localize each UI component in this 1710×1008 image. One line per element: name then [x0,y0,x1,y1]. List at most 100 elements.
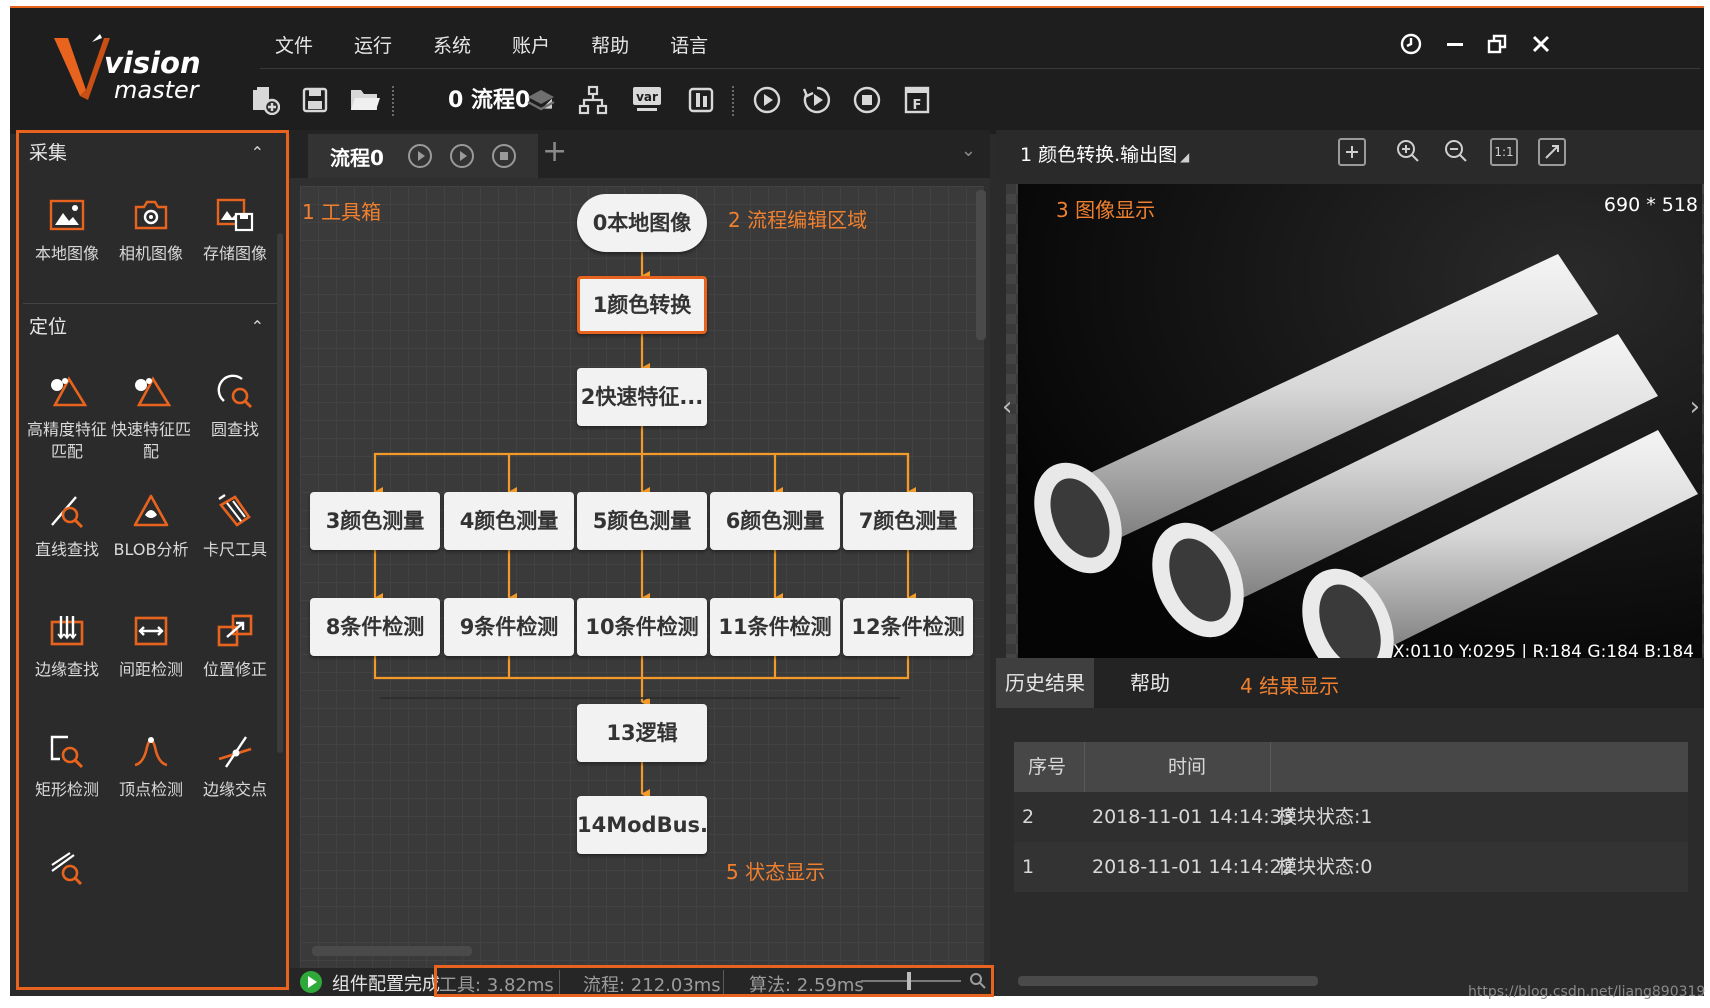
flow-node-2[interactable]: 2快速特征... [577,368,707,426]
tool-distance-check[interactable]: 间距检测 [107,609,195,681]
tool-circle-find[interactable]: 圆查找 [191,369,279,441]
zoom-slider-track[interactable] [861,980,961,982]
flow-node-3[interactable]: 3颜色测量 [310,492,440,550]
flow-node-0[interactable]: 0本地图像 [577,194,707,252]
status-ok-icon [300,971,322,993]
flow-node-8[interactable]: 8条件检测 [310,598,440,656]
prev-image-icon[interactable]: ‹ [1002,392,1012,422]
chevron-down-icon[interactable]: ⌄ [961,140,976,161]
tool-vertex-detect[interactable]: 顶点检测 [107,729,195,801]
tab-help[interactable]: 帮助 [1094,658,1206,708]
position-correct-icon [213,609,257,653]
zoom-out-icon[interactable] [1442,138,1470,166]
add-flow-icon[interactable]: + [542,134,567,169]
toolbox-section-acquire[interactable]: 采集 ⌃ [19,133,286,173]
image-display-panel: 1 颜色转换.输出图 ◢ 1:1 3 图像显示 690 * 518 X:0110… [996,130,1704,662]
table-row[interactable]: 2 2018-11-01 14:14:33 模块状态:1 [1014,792,1688,842]
stop-icon[interactable] [848,80,886,120]
edge-intersection-icon [213,729,257,773]
flow-node-4[interactable]: 4颜色测量 [444,492,574,550]
menu-file[interactable]: 文件 [275,32,313,62]
flow-node-6[interactable]: 6颜色测量 [710,492,840,550]
next-image-icon[interactable]: › [1690,392,1700,422]
flow-stop-icon[interactable] [492,144,516,168]
tool-edge-intersection[interactable]: 边缘交点 [191,729,279,801]
save-icon[interactable] [296,80,334,120]
run-once-icon[interactable] [748,80,786,120]
tool-local-image[interactable]: 本地图像 [23,193,111,265]
run-continuous-icon[interactable] [798,80,836,120]
zoom-slider-thumb[interactable] [907,972,911,990]
layers-icon[interactable] [522,80,560,120]
zoom-in-icon[interactable] [1394,138,1422,166]
fit-window-icon[interactable] [1538,138,1566,166]
global-variable-icon[interactable]: var [628,80,666,120]
tool-high-precision-match[interactable]: 高精度特征匹配 [23,369,111,463]
tool-caliper[interactable]: 卡尺工具 [191,489,279,561]
image-panel-header: 1 颜色转换.输出图 ◢ 1:1 [996,130,1704,180]
tool-rect-detect[interactable]: 矩形检测 [23,729,111,801]
new-solution-icon[interactable] [246,80,284,120]
menu-account[interactable]: 账户 [512,32,550,62]
chevron-up-icon[interactable]: ⌃ [251,307,264,347]
flow-horizontal-scrollbar[interactable] [312,946,472,956]
tool-fast-feature-match[interactable]: 快速特征匹配 [107,369,195,463]
tool-label: 边缘交点 [202,780,267,799]
tool-stored-image[interactable]: 存储图像 [191,193,279,265]
image-source-selector[interactable]: 1 颜色转换.输出图 [1020,140,1177,167]
tool-camera-image[interactable]: 相机图像 [107,193,195,265]
flow-node-7[interactable]: 7颜色测量 [843,492,973,550]
tool-line-find[interactable]: 直线查找 [23,489,111,561]
search-icon[interactable] [969,972,987,990]
menu-language[interactable]: 语言 [670,32,708,62]
minimize-icon[interactable] [1440,32,1470,62]
tool-position-correct[interactable]: 位置修正 [191,609,279,681]
flow-node-12[interactable]: 12条件检测 [843,598,973,656]
grid-toggle-icon[interactable] [1338,138,1366,166]
flow-node-5[interactable]: 5颜色测量 [577,492,707,550]
flow-node-14[interactable]: 14ModBus. [577,796,708,854]
tool-edge-find[interactable]: 边缘查找 [23,609,111,681]
result-horizontal-scrollbar[interactable] [1018,976,1318,986]
restore-icon[interactable] [1482,32,1512,62]
tab-history-results[interactable]: 历史结果 [996,658,1094,708]
clock-icon[interactable] [1396,32,1426,62]
row-index: 2 [1022,806,1035,828]
menu-help[interactable]: 帮助 [591,32,629,62]
image-canvas[interactable] [1018,184,1702,658]
chevron-up-icon[interactable]: ⌃ [251,133,264,173]
function-icon[interactable]: F [898,80,936,120]
open-folder-icon[interactable] [346,80,384,120]
image-source-caret-icon[interactable]: ◢ [1180,150,1189,164]
header-index: 序号 [1028,756,1067,778]
flow-canvas[interactable]: 0本地图像 1颜色转换 2快速特征... 3颜色测量 4颜色测量 5颜色测量 6… [300,186,984,968]
flow-run-icon[interactable] [408,144,432,168]
actual-size-icon[interactable]: 1:1 [1490,138,1518,166]
menu-run[interactable]: 运行 [354,32,392,62]
flow-node-13[interactable]: 13逻辑 [577,704,707,762]
close-icon[interactable] [1526,32,1556,62]
flow-node-11[interactable]: 11条件检测 [710,598,840,656]
flow-selector[interactable]: 0 流程0 [448,84,530,118]
tool-more[interactable] [23,845,111,889]
row-status: 模块状态:0 [1278,856,1373,878]
annotation-toolbox: 1 工具箱 [302,200,382,224]
toolbox-scrollbar[interactable] [277,233,283,753]
tool-label: 顶点检测 [118,780,183,799]
table-row[interactable]: 1 2018-11-01 14:14:22 模块状态:0 [1014,842,1688,892]
communication-icon[interactable] [682,80,720,120]
flow-node-9[interactable]: 9条件检测 [444,598,574,656]
flow-node-1[interactable]: 1颜色转换 [577,276,707,334]
main-toolbar: 0 流程0 ◢ var F [253,80,1028,124]
flow-vertical-scrollbar[interactable] [976,190,986,340]
flow-node-10[interactable]: 10条件检测 [577,598,707,656]
hierarchy-icon[interactable] [574,80,612,120]
tab-flow0[interactable]: 流程0 [308,134,538,178]
toolbox-section-locate[interactable]: 定位 ⌃ [19,307,286,347]
pvc-pipes-image [1018,184,1702,658]
tool-blob-analysis[interactable]: BLOB分析 [107,489,195,561]
flow-loop-icon[interactable] [450,144,474,168]
result-tab-bar: 历史结果 帮助 4 结果显示 [996,658,1704,708]
tool-label: BLOB分析 [113,540,189,559]
menu-system[interactable]: 系统 [433,32,471,62]
